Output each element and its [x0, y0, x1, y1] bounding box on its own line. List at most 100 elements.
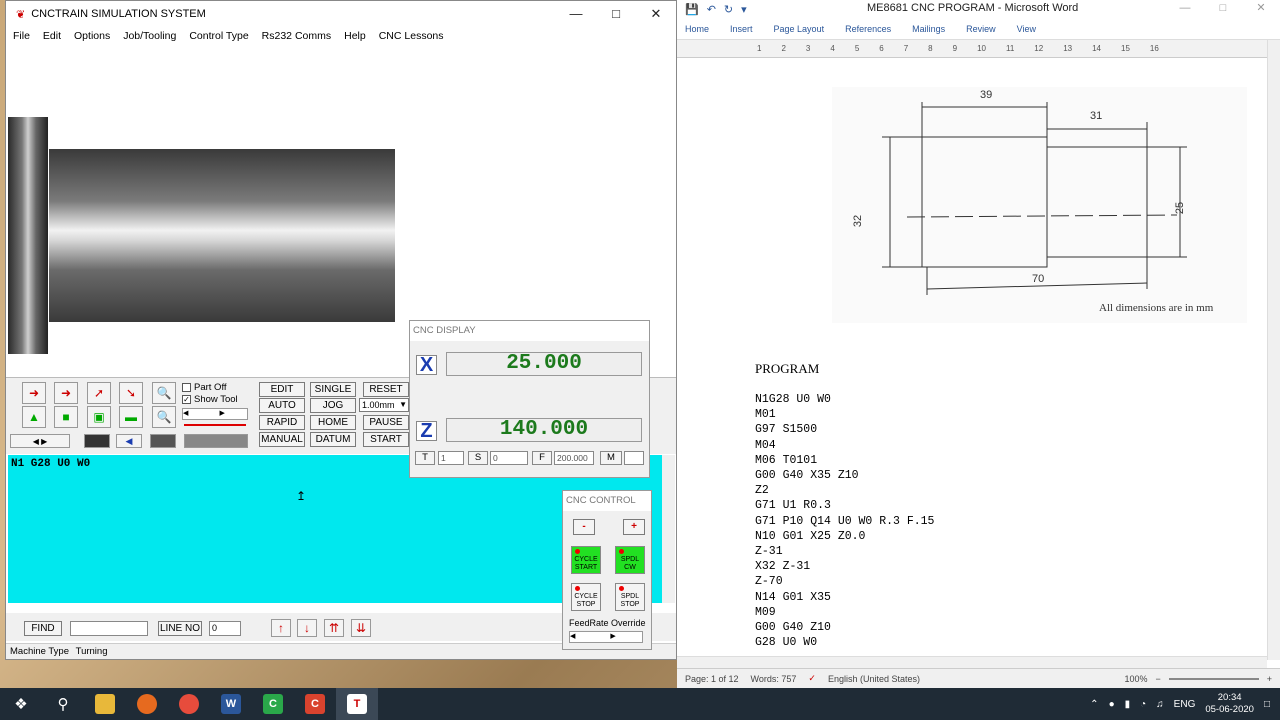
step-up-icon[interactable]: ↑ — [271, 619, 291, 637]
cycle-start-button[interactable]: CYCLE START — [571, 546, 601, 574]
tab-review[interactable]: Review — [966, 24, 996, 34]
part-off-checkbox[interactable]: Part Off — [182, 382, 227, 393]
datum-button[interactable]: DATUM — [310, 432, 356, 447]
tab-mailings[interactable]: Mailings — [912, 24, 945, 34]
scroll-left-icon[interactable]: ◀ ▶ — [10, 434, 70, 448]
find-input[interactable] — [70, 621, 148, 636]
language-status[interactable]: English (United States) — [828, 674, 920, 684]
page-up-icon[interactable]: ⇈ — [324, 619, 344, 637]
word-maximize-icon[interactable]: □ — [1204, 0, 1242, 16]
edit-button[interactable]: EDIT — [259, 382, 305, 397]
zoom-level[interactable]: 100% — [1124, 674, 1147, 684]
arrow-right-icon[interactable]: ➜ — [54, 382, 78, 404]
bar-view-icon[interactable]: ▬ — [119, 406, 143, 428]
page-down-icon[interactable]: ⇊ — [351, 619, 371, 637]
jog-button[interactable]: JOG — [310, 398, 356, 413]
network-icon[interactable]: ◔ — [1140, 699, 1146, 710]
proofing-icon[interactable]: ✓ — [808, 673, 816, 684]
reset-button[interactable]: RESET — [363, 382, 409, 397]
menu-cnc-lessons[interactable]: CNC Lessons — [379, 30, 444, 42]
solid-view-icon[interactable]: ■ — [54, 406, 78, 428]
menu-options[interactable]: Options — [74, 30, 110, 42]
home-button[interactable]: HOME — [310, 415, 356, 430]
menu-job-tooling[interactable]: Job/Tooling — [123, 30, 176, 42]
manual-button[interactable]: MANUAL — [259, 432, 305, 447]
find-button[interactable]: FIND — [24, 621, 62, 636]
rapid-button[interactable]: RAPID — [259, 415, 305, 430]
word-close-icon[interactable]: ✕ — [1242, 0, 1280, 16]
word-vertical-scrollbar[interactable] — [1267, 40, 1280, 660]
override-minus-button[interactable]: - — [573, 519, 595, 535]
pause-button[interactable]: PAUSE — [363, 415, 409, 430]
taskbar-cnctrain[interactable]: T — [336, 688, 378, 720]
menu-control-type[interactable]: Control Type — [189, 30, 248, 42]
profile-view-icon[interactable]: ▲ — [22, 406, 46, 428]
tab-page-layout[interactable]: Page Layout — [774, 24, 825, 34]
editor-vertical-scrollbar[interactable] — [662, 455, 675, 603]
feedrate-slider[interactable]: ◀ ▶ — [569, 631, 643, 643]
menu-file[interactable]: File — [13, 30, 30, 42]
spindle-cw-button[interactable]: SPDL CW — [615, 546, 645, 574]
word-count[interactable]: Words: 757 — [751, 674, 797, 684]
line-no-input[interactable]: 0 — [209, 621, 241, 636]
word-minimize-icon[interactable]: — — [1166, 0, 1204, 16]
language-indicator[interactable]: ENG — [1174, 699, 1196, 710]
microphone-icon[interactable]: ● — [1109, 699, 1115, 710]
taskbar-word[interactable]: W — [210, 688, 252, 720]
cnc-maximize-icon[interactable]: □ — [596, 1, 636, 27]
menu-rs232-comms[interactable]: Rs232 Comms — [262, 30, 331, 42]
customize-icon[interactable]: ▾ — [741, 3, 747, 16]
zoom-in-icon[interactable]: + — [1267, 674, 1272, 684]
zoom-out-icon[interactable]: − — [1155, 674, 1160, 684]
tab-references[interactable]: References — [845, 24, 891, 34]
start-windows-icon[interactable]: ❖ — [0, 688, 42, 720]
page-count[interactable]: Page: 1 of 12 — [677, 674, 739, 684]
ruler[interactable]: 1 2 3 4 5 6 7 8 9 10 11 12 13 14 15 16 — [677, 40, 1280, 58]
step-down-icon[interactable]: ↓ — [297, 619, 317, 637]
jog-step-select[interactable]: 1.00mm ▼ — [359, 398, 409, 412]
taskbar-camtasia-red[interactable]: C — [294, 688, 336, 720]
zoom-in-magnifier-icon[interactable]: 🔍 — [152, 406, 176, 428]
notifications-icon[interactable]: □ — [1264, 699, 1270, 710]
tool-style-1-icon[interactable] — [84, 434, 110, 448]
cnc-minimize-icon[interactable]: — — [556, 1, 596, 27]
start-button[interactable]: START — [363, 432, 409, 447]
volume-icon[interactable]: ♫ — [1156, 699, 1164, 710]
zoom-out-magnifier-icon[interactable]: 🔍 — [152, 382, 176, 404]
zoom-slider[interactable] — [1168, 677, 1259, 680]
word-horizontal-scrollbar[interactable] — [677, 656, 1267, 668]
menu-help[interactable]: Help — [344, 30, 366, 42]
part-off-box[interactable] — [182, 383, 191, 392]
battery-icon[interactable]: ▮ — [1125, 699, 1131, 710]
search-icon[interactable]: ⚲ — [42, 688, 84, 720]
fit-view-icon[interactable]: ▣ — [87, 406, 111, 428]
spindle-stop-button[interactable]: SPDL STOP — [615, 583, 645, 611]
auto-button[interactable]: AUTO — [259, 398, 305, 413]
show-tool-box[interactable]: ✓ — [182, 395, 191, 404]
taskbar-firefox[interactable] — [126, 688, 168, 720]
line-no-button[interactable]: LINE NO — [158, 621, 202, 636]
save-icon[interactable]: 💾 — [685, 3, 699, 16]
taskbar-file-explorer[interactable] — [84, 688, 126, 720]
tool-style-3-icon[interactable] — [150, 434, 176, 448]
taskbar-camtasia-green[interactable]: C — [252, 688, 294, 720]
tool-style-2-icon[interactable]: ◀ — [116, 434, 142, 448]
taskbar-chrome[interactable] — [168, 688, 210, 720]
tool-style-4-icon[interactable] — [184, 434, 248, 448]
arrow-diagonal-up-icon[interactable]: ➚ — [87, 382, 111, 404]
tab-home[interactable]: Home — [685, 24, 709, 34]
cnc-close-icon[interactable]: ✕ — [636, 1, 676, 27]
clock[interactable]: 20:34 05-06-2020 — [1205, 692, 1254, 716]
document-area[interactable]: 39 31 32 25 70 All dimensions are in mm … — [677, 59, 1267, 659]
tray-chevron-icon[interactable]: ⌃ — [1090, 699, 1098, 710]
override-plus-button[interactable]: + — [623, 519, 645, 535]
arrow-left-icon[interactable]: ➜ — [22, 382, 46, 404]
tab-view[interactable]: View — [1017, 24, 1036, 34]
cycle-stop-button[interactable]: CYCLE STOP — [571, 583, 601, 611]
redo-icon[interactable]: ↻ — [724, 3, 733, 16]
show-tool-checkbox[interactable]: ✓ Show Tool — [182, 394, 238, 405]
speed-slider[interactable]: ◀ ▶ — [182, 408, 248, 420]
single-button[interactable]: SINGLE — [310, 382, 356, 397]
arrow-diagonal-down-icon[interactable]: ➘ — [119, 382, 143, 404]
menu-edit[interactable]: Edit — [43, 30, 61, 42]
